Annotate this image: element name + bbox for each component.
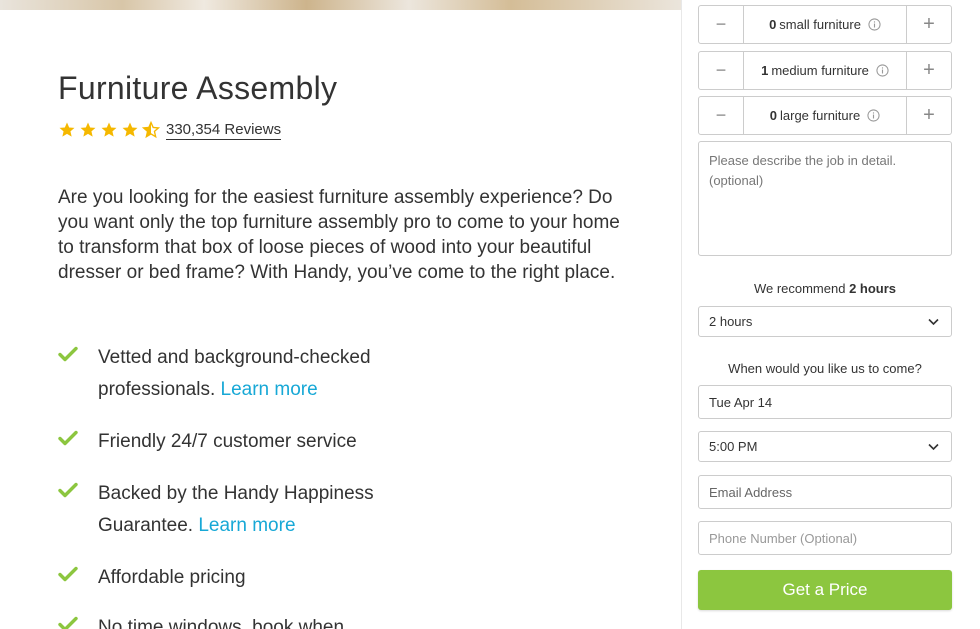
feature-text: No time windows, book when [98,617,345,629]
check-icon [58,346,78,362]
list-item: Vetted and background-checked profession… [58,342,438,406]
panel-divider [681,0,682,629]
stepper-text: medium furniture [771,63,869,78]
stepper-label: 1 medium furniture [744,52,906,89]
medium-furniture-stepper: − 1 medium furniture + [698,51,952,90]
increment-button[interactable]: + [906,97,951,134]
stepper-count: 0 [769,108,777,123]
increment-button[interactable]: + [906,6,951,43]
reviews-link[interactable]: 330,354 Reviews [166,121,282,140]
hero-image-strip [0,0,681,10]
stepper-count: 1 [761,63,769,78]
star-icon [59,122,75,137]
service-description: Are you looking for the easiest furnitur… [58,187,620,283]
feature-text: Friendly 24/7 customer service [98,431,357,452]
decrement-button[interactable]: − [699,6,744,43]
job-details-textarea[interactable] [698,141,952,256]
check-icon [58,482,78,498]
chevron-down-icon [928,318,939,326]
rating-row: 330,354 Reviews [58,120,282,140]
increment-button[interactable]: + [906,52,951,89]
stepper-label: 0 small furniture [744,6,906,43]
stepper-count: 0 [769,17,777,32]
date-field[interactable] [698,385,952,419]
recommend-value: 2 hours [849,281,897,296]
phone-field[interactable] [698,521,952,555]
info-icon[interactable] [867,109,880,122]
learn-more-link[interactable]: Learn more [221,379,318,400]
stepper-text: large furniture [780,108,861,123]
email-field[interactable] [698,475,952,509]
half-star-icon [142,121,160,139]
recommend-prefix: We recommend [753,281,846,296]
check-icon [58,430,78,446]
hours-selected-value: 2 hours [709,314,753,329]
get-a-price-button[interactable]: Get a Price [698,570,952,610]
check-icon [58,566,78,582]
time-select[interactable]: 5:00 PM [698,431,952,462]
star-icon [80,122,96,137]
small-furniture-stepper: − 0 small furniture + [698,5,952,44]
time-selected-value: 5:00 PM [709,439,758,454]
info-icon[interactable] [876,64,889,77]
learn-more-link[interactable]: Learn more [198,515,295,536]
list-item: Affordable pricing [58,562,558,594]
large-furniture-stepper: − 0 large furniture + [698,96,952,135]
stepper-text: small furniture [779,17,861,32]
list-item: No time windows, book when [58,612,558,629]
hours-recommendation: We recommend 2 hours [698,281,952,296]
check-icon [58,616,78,629]
chevron-down-icon [928,443,939,451]
hours-select[interactable]: 2 hours [698,306,952,337]
info-icon[interactable] [868,18,881,31]
stepper-label: 0 large furniture [744,97,906,134]
feature-text: Affordable pricing [98,567,246,588]
list-item: Friendly 24/7 customer service [58,426,558,458]
list-item: Backed by the Handy Happiness Guarantee.… [58,478,438,542]
page-title: Furniture Assembly [58,70,338,106]
decrement-button[interactable]: − [699,52,744,89]
when-label: When would you like us to come? [728,361,922,376]
star-icon [101,122,117,137]
star-icon [122,122,138,137]
decrement-button[interactable]: − [699,97,744,134]
star-rating [58,121,160,139]
